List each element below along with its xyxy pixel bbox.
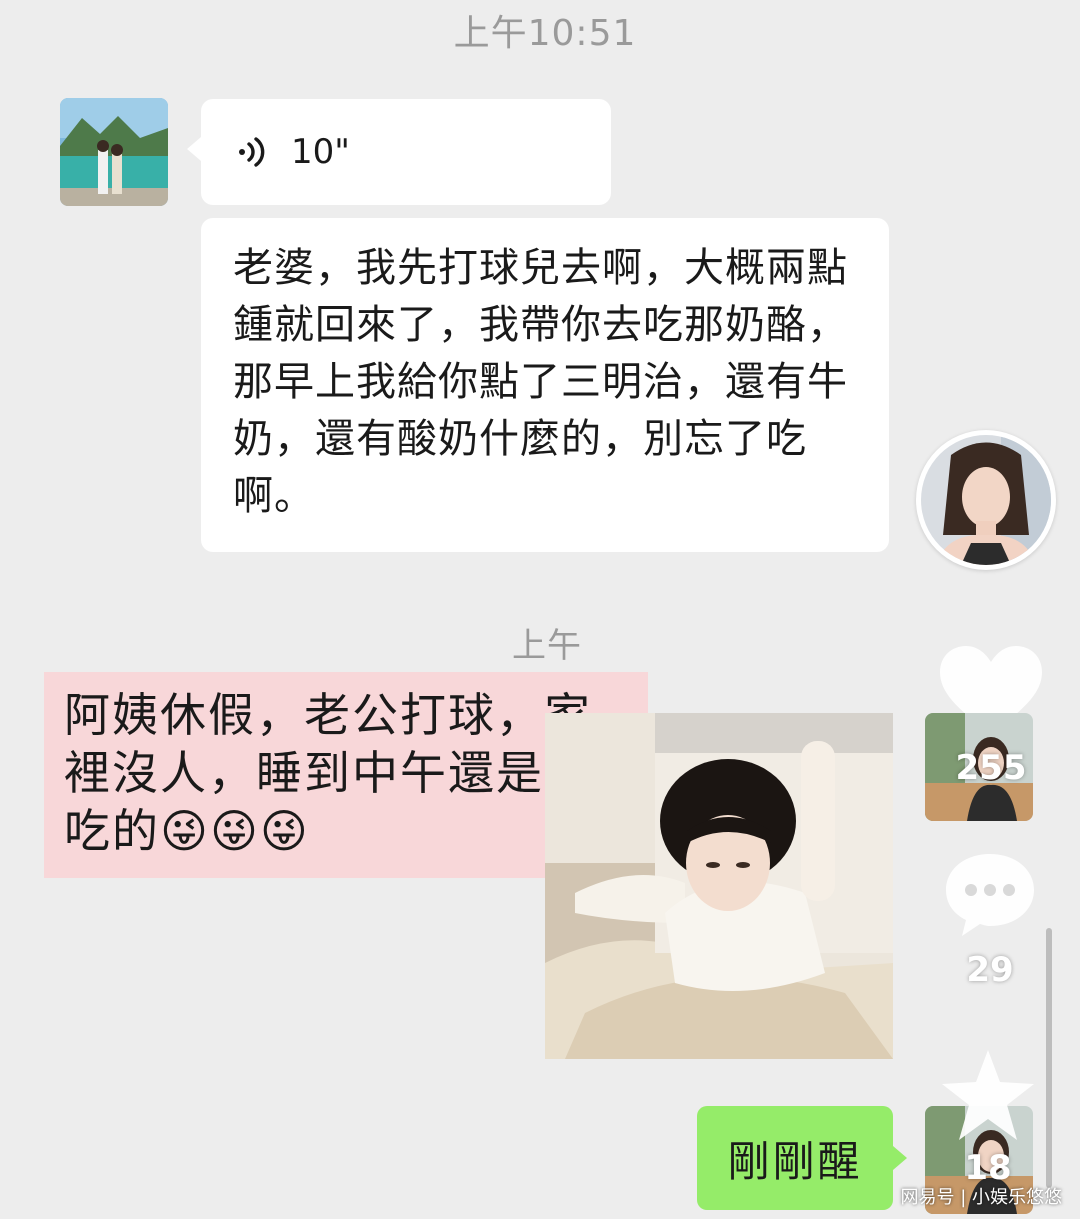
comment-button[interactable] [940,848,1040,938]
favorite-button[interactable] [938,1046,1038,1146]
comment-count: 29 [966,950,1014,990]
watermark: 网易号 | 小娱乐悠悠 [900,1187,1062,1208]
timestamp-middle: 上午11:11 [496,626,598,707]
favorite-count: 18 [964,1148,1012,1188]
star-icon [942,1050,1034,1140]
outgoing-message[interactable]: 剛剛醒 [697,1106,907,1210]
comment-icon [946,854,1034,936]
author-avatar-photo [921,435,1051,565]
contact-avatar[interactable] [60,98,168,206]
voice-transcript[interactable]: 老婆，我先打球兒去啊，大概兩點鍾就回來了，我帶你去吃那奶酪，那早上我給你點了三明… [201,218,889,552]
shared-photo[interactable] [545,713,893,1059]
avatar-photo [60,98,168,206]
voice-message-bubble[interactable]: 10" [187,99,611,205]
like-count: 255 [955,748,1027,788]
author-avatar[interactable] [916,430,1056,570]
timestamp-top: 上午10:51 [453,13,637,54]
scrollbar-track[interactable] [1046,928,1052,1188]
voice-duration: 10" [291,132,350,172]
toddler-sleeping-photo [545,713,893,1059]
voice-wave-icon [239,137,265,167]
